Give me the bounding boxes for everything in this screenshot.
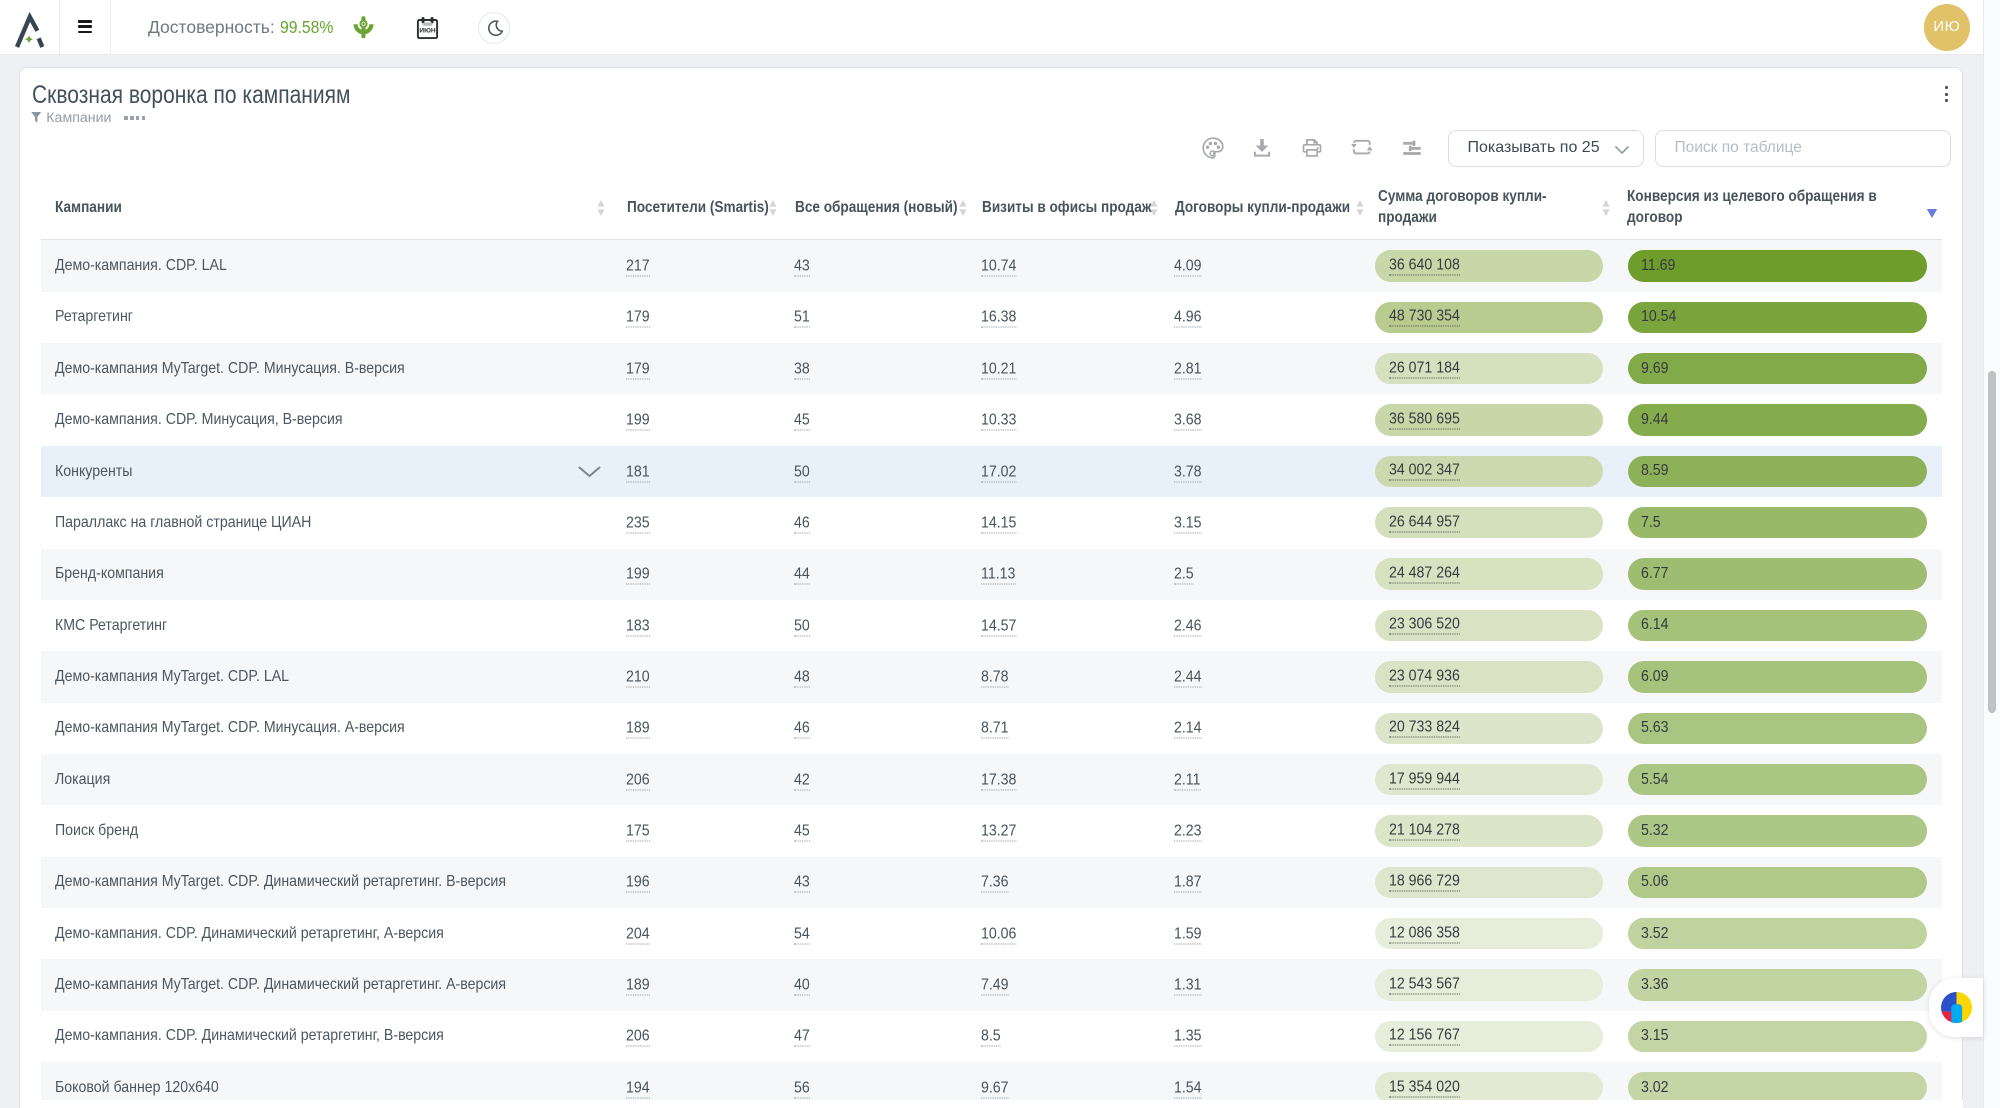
svg-text:ИЮН: ИЮН bbox=[419, 27, 436, 34]
